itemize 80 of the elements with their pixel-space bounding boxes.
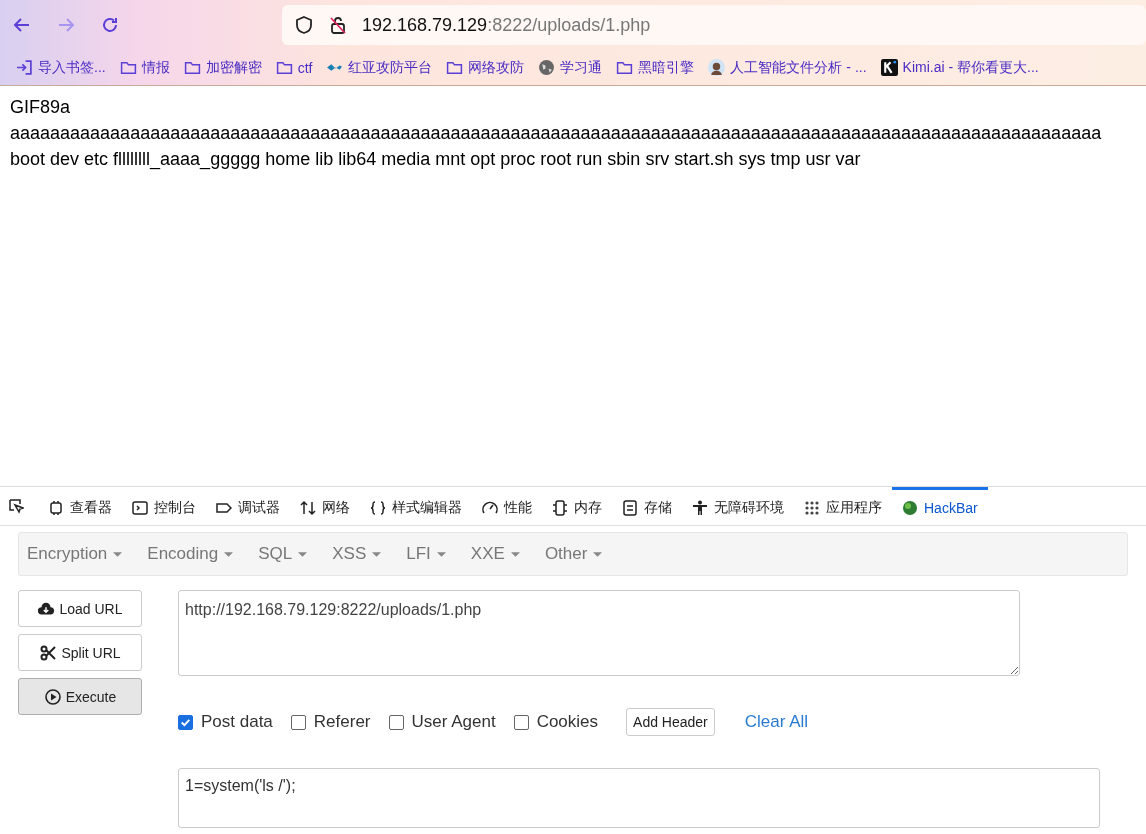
- avatar-icon: [708, 59, 726, 76]
- reload-icon[interactable]: [100, 15, 120, 35]
- page-text: aaaaaaaaaaaaaaaaaaaaaaaaaaaaaaaaaaaaaaaaaaaaaaaaaaaaaaaaaaaaaaaaaaaaaaaaaaaaaaaaaaaaaaaaaaaaaaaaaaaaaaaaaaaaa: [10, 122, 1103, 145]
- url-field[interactable]: http://192.168.79.129:8222/uploads/1.php: [178, 590, 1020, 676]
- devtools-tab[interactable]: 存储: [612, 487, 682, 525]
- devtools-tab[interactable]: 查看器: [38, 487, 122, 525]
- caret-icon: [224, 551, 234, 557]
- bookmark-link[interactable]: 网络攻防: [468, 58, 525, 77]
- cloud-download-icon: [37, 600, 56, 617]
- post-data-field[interactable]: 1=system('ls /');: [178, 768, 1100, 828]
- crossed-lock-icon[interactable]: [328, 15, 348, 35]
- checkbox-label: User Agent: [411, 712, 496, 732]
- dropdown-menu[interactable]: XSS: [332, 544, 393, 564]
- devtools-tab[interactable]: 性能: [472, 487, 542, 525]
- action-button[interactable]: Split URL: [18, 634, 142, 671]
- braces-icon: [370, 499, 386, 516]
- devtools-tab[interactable]: 网络: [290, 487, 360, 525]
- folder-icon: [446, 59, 464, 76]
- box-icon: [48, 499, 64, 516]
- dropdown-menu[interactable]: Encryption: [27, 544, 134, 564]
- devtools-tab[interactable]: 应用程序: [794, 487, 892, 525]
- devtools-tab[interactable]: 控制台: [122, 487, 206, 525]
- dropdown-menu[interactable]: SQL: [258, 544, 319, 564]
- checkbox-label: Post data: [201, 712, 273, 732]
- bookmark-link[interactable]: Kimi.ai - 帮你看更大...: [902, 58, 1039, 77]
- caret-icon: [593, 551, 603, 557]
- picker-icon[interactable]: [8, 498, 24, 514]
- grid-icon: [804, 499, 820, 516]
- scissors-icon: [39, 644, 58, 661]
- page-text: boot dev etc fllllllll_aaaa_ggggg home lib lib64 media mnt opt proc root run sbin srv start.sh sys tmp usr var: [10, 148, 862, 172]
- gauge-icon: [482, 499, 498, 516]
- caret-icon: [298, 551, 308, 557]
- folder-icon: [616, 59, 634, 76]
- checkbox[interactable]: [388, 714, 404, 730]
- bookmark-link[interactable]: 学习通: [560, 58, 603, 77]
- dropdown-menu[interactable]: LFI: [406, 544, 457, 564]
- bookmark-link[interactable]: 情报: [141, 58, 170, 77]
- devtools-tab[interactable]: 样式编辑器: [360, 487, 472, 525]
- devtools-tab[interactable]: 无障碍环境: [682, 487, 794, 525]
- checkbox[interactable]: [513, 714, 529, 730]
- bookmark-link[interactable]: 红亚攻防平台: [348, 58, 433, 77]
- k-logo-icon: [880, 59, 898, 76]
- bookmark-link[interactable]: ctf: [297, 59, 313, 76]
- checkbox-label: Cookies: [536, 712, 599, 732]
- dropdown-menu[interactable]: Other: [544, 544, 614, 564]
- devtools-tab[interactable]: 调试器: [206, 487, 290, 525]
- checkbox[interactable]: [178, 714, 193, 730]
- folder-icon: [275, 59, 293, 76]
- ball-icon: [902, 499, 918, 516]
- address-bar[interactable]: 192.168.79.129:8222/uploads/1.php: [282, 5, 1146, 45]
- clear-all-link[interactable]: Clear All: [744, 712, 809, 732]
- play-icon: [43, 688, 62, 705]
- bookmark-link[interactable]: 人工智能文件分析 - ...: [730, 58, 867, 77]
- dropdown-menu[interactable]: XXE: [470, 544, 531, 564]
- shield-icon[interactable]: [294, 15, 314, 35]
- person-icon: [692, 499, 708, 516]
- folder-icon: [119, 59, 137, 76]
- chip-icon: [552, 499, 568, 516]
- url-text: 192.168.79.129:8222/uploads/1.php: [362, 14, 651, 36]
- action-button[interactable]: Load URL: [18, 590, 142, 627]
- dropdown-menu[interactable]: Encoding: [147, 544, 245, 564]
- console-icon: [132, 499, 148, 516]
- caret-icon: [372, 551, 382, 557]
- bookmark-link[interactable]: 导入书签...: [38, 58, 106, 77]
- caret-icon: [436, 551, 446, 557]
- page-text: GIF89a: [10, 96, 72, 119]
- action-button[interactable]: Execute: [18, 678, 142, 715]
- arrows-icon: [300, 499, 316, 516]
- storage-icon: [622, 499, 638, 516]
- import-icon: [16, 59, 33, 76]
- checkbox-label: Referer: [313, 712, 371, 732]
- add-header-button[interactable]: Add Header: [626, 708, 715, 736]
- caret-icon: [113, 551, 123, 557]
- bookmark-link[interactable]: 黑暗引擎: [638, 58, 695, 77]
- globe-icon: [538, 59, 556, 76]
- devtools-tab[interactable]: 内存: [542, 487, 612, 525]
- caret-icon: [510, 551, 520, 557]
- folder-icon: [183, 59, 201, 76]
- bookmark-link[interactable]: 加密解密: [205, 58, 262, 77]
- checkbox[interactable]: [290, 714, 306, 730]
